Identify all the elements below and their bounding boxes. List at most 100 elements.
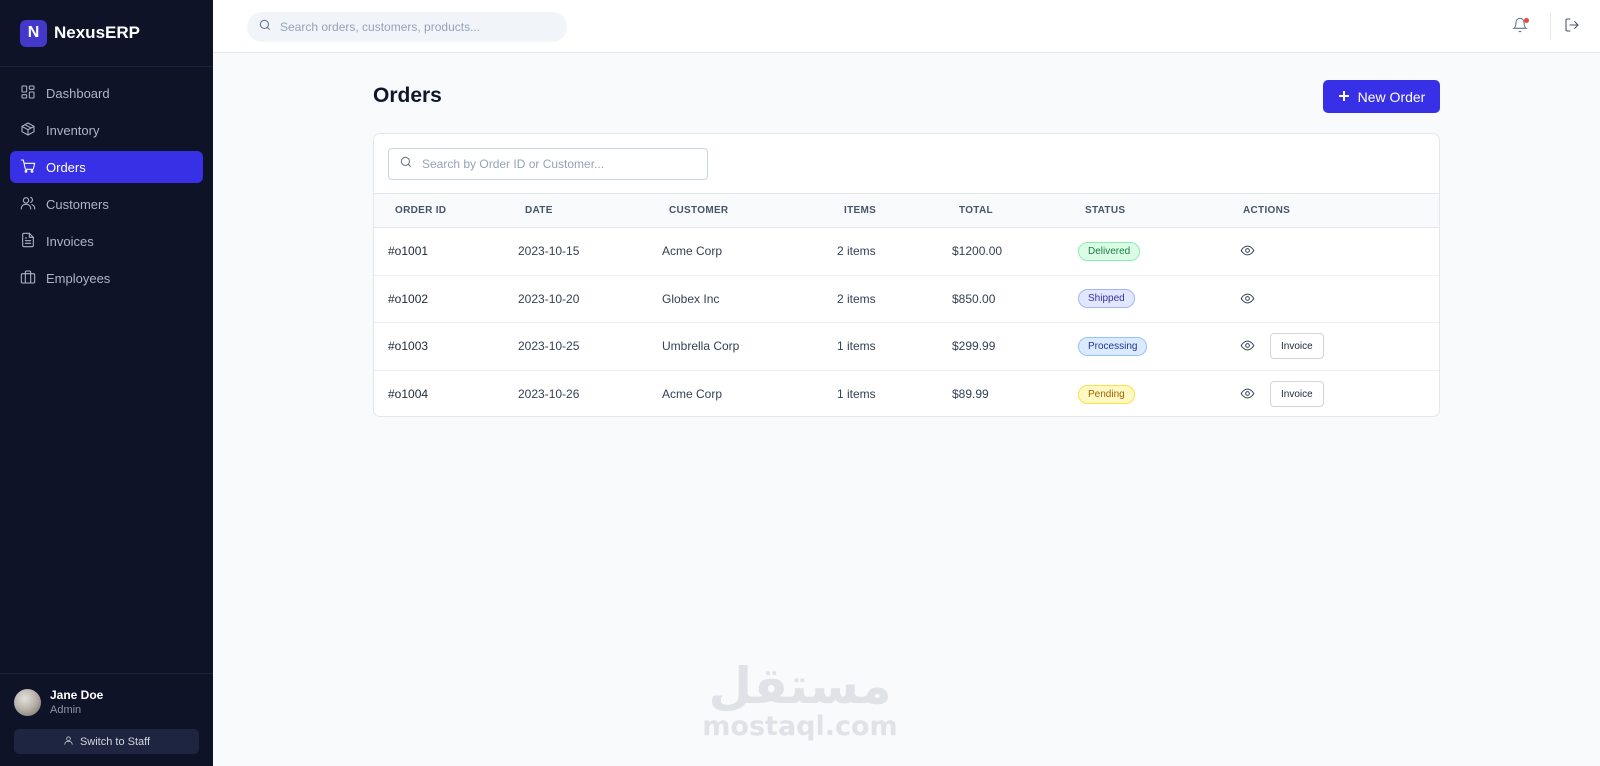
column-header-status: STATUS	[1085, 205, 1126, 216]
status-badge: Processing	[1078, 336, 1148, 356]
order-actions: Invoice	[1236, 370, 1439, 416]
new-order-button[interactable]: New Order	[1323, 80, 1440, 113]
sidebar-item-label: Orders	[46, 159, 86, 175]
view-order-button[interactable]	[1240, 338, 1256, 354]
sidebar-nav: Dashboard Inventory Orders Customers Inv…	[0, 67, 213, 294]
search-icon	[399, 155, 413, 174]
user-role: Admin	[50, 704, 82, 716]
order-total: $850.00	[952, 291, 996, 306]
order-date: 2023-10-26	[518, 387, 580, 401]
order-customer: Acme Corp	[662, 387, 723, 401]
order-items: 2 items	[837, 244, 876, 259]
sidebar-item-label: Dashboard	[46, 85, 110, 101]
order-id: #o1002	[388, 291, 429, 306]
user-icon	[63, 735, 74, 749]
logout-button[interactable]	[1564, 17, 1582, 35]
order-status-cell: Delivered	[1078, 228, 1236, 276]
cart-icon	[20, 158, 36, 177]
view-order-button[interactable]	[1240, 243, 1256, 259]
user-info: Jane Doe Admin	[50, 688, 103, 716]
table-row: #o1003 2023-10-25 Umbrella Corp 1 items …	[374, 323, 1439, 371]
table-row: #o1004 2023-10-26 Acme Corp 1 items $89.…	[374, 370, 1439, 416]
sidebar-item-label: Employees	[46, 270, 111, 286]
plus-icon	[1338, 89, 1350, 105]
table-row: #o1001 2023-10-15 Acme Corp 2 items $120…	[374, 228, 1439, 276]
order-customer: Globex Inc	[662, 291, 720, 306]
avatar	[14, 688, 41, 716]
sidebar-footer: Jane Doe Admin Switch to Staff	[0, 673, 213, 766]
sidebar-item-orders[interactable]: Orders	[10, 151, 203, 183]
column-header-customer: CUSTOMER	[669, 205, 729, 216]
switch-role-label: Switch to Staff	[79, 735, 151, 748]
orders-search-input[interactable]	[422, 157, 702, 171]
global-search	[247, 12, 567, 42]
sidebar-item-label: Inventory	[46, 122, 100, 138]
sidebar-item-employees[interactable]: Employees	[10, 262, 203, 294]
table-body: #o1001 2023-10-15 Acme Corp 2 items $120…	[374, 228, 1439, 417]
brand-logo: N	[20, 19, 47, 47]
global-search-input[interactable]	[280, 20, 550, 34]
orders-card: ORDER ID DATE CUSTOMER ITEMS TOTAL STATU…	[373, 133, 1440, 417]
order-id: #o1003	[388, 339, 429, 354]
status-badge: Pending	[1078, 384, 1135, 404]
column-header-date: DATE	[525, 205, 553, 216]
watermark-arabic: مستقل	[708, 657, 892, 715]
invoice-button[interactable]: Invoice	[1270, 333, 1324, 360]
order-status-cell: Processing	[1078, 323, 1236, 371]
status-badge: Delivered	[1078, 241, 1141, 261]
sidebar: N NexusERP Dashboard Inventory Orders Cu…	[0, 0, 213, 766]
user-profile: Jane Doe Admin	[14, 688, 199, 716]
brand: N NexusERP	[0, 0, 213, 67]
user-name: Jane Doe	[50, 688, 104, 702]
sidebar-item-inventory[interactable]: Inventory	[10, 114, 203, 146]
notifications-button[interactable]	[1512, 17, 1530, 35]
eye-icon	[1240, 293, 1255, 309]
order-customer: Acme Corp	[662, 244, 723, 259]
actions-group: Invoice	[1236, 381, 1439, 407]
order-status-cell: Pending	[1078, 370, 1236, 416]
sidebar-item-dashboard[interactable]: Dashboard	[10, 77, 203, 109]
column-header-items: ITEMS	[844, 205, 877, 216]
grid-icon	[20, 84, 36, 103]
topbar-divider	[1550, 13, 1551, 40]
notification-dot	[1524, 18, 1529, 23]
watermark-latin: mostaql.com	[702, 711, 898, 742]
status-badge: Shipped	[1078, 289, 1135, 309]
order-id: #o1004	[388, 387, 429, 401]
table-row: #o1002 2023-10-20 Globex Inc 2 items $85…	[374, 275, 1439, 323]
sidebar-item-invoices[interactable]: Invoices	[10, 225, 203, 257]
logout-icon	[1564, 18, 1580, 37]
brand-name: NexusERP	[54, 23, 140, 42]
sidebar-item-label: Customers	[46, 196, 109, 212]
sidebar-item-customers[interactable]: Customers	[10, 188, 203, 220]
briefcase-icon	[20, 269, 36, 288]
search-icon	[258, 18, 272, 37]
order-customer: Umbrella Corp	[662, 339, 740, 354]
file-icon	[20, 232, 36, 251]
actions-group	[1236, 291, 1439, 307]
eye-icon	[1240, 340, 1255, 356]
new-order-label: New Order	[1357, 88, 1426, 105]
actions-group: Invoice	[1236, 333, 1439, 360]
column-header-total: TOTAL	[959, 205, 993, 216]
order-actions: Invoice	[1236, 323, 1439, 371]
switch-role-button[interactable]: Switch to Staff	[14, 729, 199, 754]
orders-search	[388, 148, 708, 180]
actions-group	[1236, 243, 1439, 259]
order-actions	[1236, 275, 1439, 323]
column-header-order-id: ORDER ID	[395, 205, 447, 216]
column-header-actions: ACTIONS	[1243, 205, 1291, 216]
users-icon	[20, 195, 36, 214]
view-order-button[interactable]	[1240, 386, 1256, 402]
order-total: $299.99	[952, 339, 996, 354]
eye-icon	[1240, 388, 1255, 404]
eye-icon	[1240, 245, 1255, 261]
order-items: 1 items	[837, 339, 876, 354]
table-header: ORDER ID DATE CUSTOMER ITEMS TOTAL STATU…	[374, 193, 1439, 228]
topbar	[213, 0, 1600, 53]
watermark: مستقل mostaql.com	[700, 660, 900, 742]
table-header-row: ORDER ID DATE CUSTOMER ITEMS TOTAL STATU…	[374, 193, 1439, 228]
order-items: 1 items	[837, 387, 876, 401]
invoice-button[interactable]: Invoice	[1270, 381, 1324, 407]
view-order-button[interactable]	[1240, 291, 1256, 307]
